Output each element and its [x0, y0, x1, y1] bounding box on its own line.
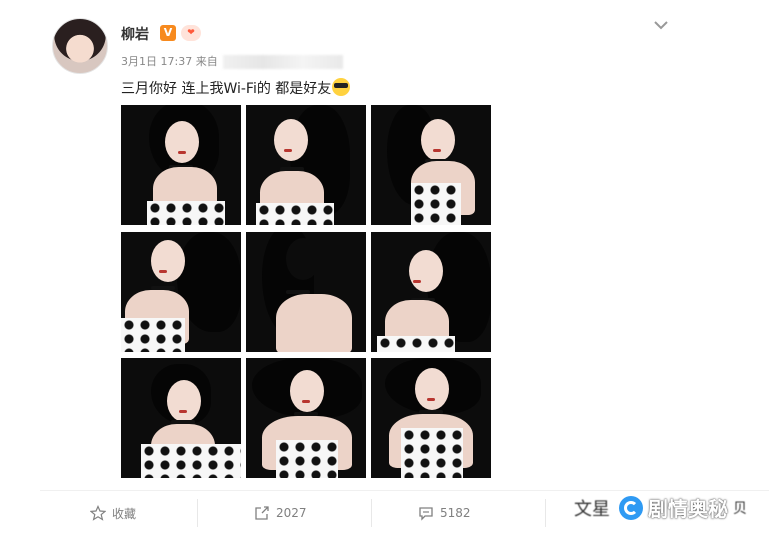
post-source-prefix: 来自	[195, 55, 218, 68]
action-divider	[197, 499, 198, 527]
author-name[interactable]: 柳岩	[121, 24, 149, 44]
photo-8[interactable]	[246, 358, 366, 478]
photo-5[interactable]	[246, 232, 366, 352]
photo-grid	[121, 105, 491, 479]
post-text-content: 三月你好 连上我Wi-Fi的 都是好友	[121, 81, 332, 97]
repost-count: 2027	[276, 506, 307, 520]
photo-7[interactable]	[121, 358, 241, 478]
action-divider	[545, 499, 546, 527]
comment-button[interactable]: 5182	[418, 501, 471, 525]
verified-badge-icon: V	[160, 25, 176, 41]
photo-2[interactable]	[246, 105, 366, 225]
favorite-button[interactable]: 收藏	[90, 501, 136, 525]
photo-3[interactable]	[371, 105, 491, 225]
post-meta: 3月1日 17:37 来自	[121, 53, 344, 69]
watermark-text: 剧情奥秘	[648, 497, 728, 521]
post-date[interactable]: 3月1日 17:37	[121, 55, 192, 68]
repost-button[interactable]: 2027	[254, 501, 307, 525]
photo-6[interactable]	[371, 232, 491, 352]
chevron-down-icon[interactable]	[652, 18, 670, 32]
post-source-blurred	[223, 55, 344, 69]
vip-badge-icon: ❤	[181, 25, 201, 41]
star-icon	[90, 505, 106, 521]
watermark-logo-icon	[619, 495, 643, 520]
photo-4[interactable]	[121, 232, 241, 352]
photo-1[interactable]	[121, 105, 241, 225]
author-avatar[interactable]	[52, 18, 108, 74]
share-icon	[255, 506, 269, 520]
comment-count: 5182	[440, 506, 471, 520]
watermark: 文星 剧情奥秘 贝	[574, 493, 751, 522]
watermark-suffix: 贝	[733, 500, 747, 517]
comment-icon	[419, 507, 433, 521]
favorite-label: 收藏	[112, 506, 137, 521]
watermark-prefix: 文星	[574, 498, 610, 520]
post-text: 三月你好 连上我Wi-Fi的 都是好友	[121, 78, 351, 98]
action-divider	[371, 499, 372, 527]
cool-sunglasses-emoji-icon	[332, 78, 351, 96]
photo-9[interactable]	[371, 358, 491, 478]
